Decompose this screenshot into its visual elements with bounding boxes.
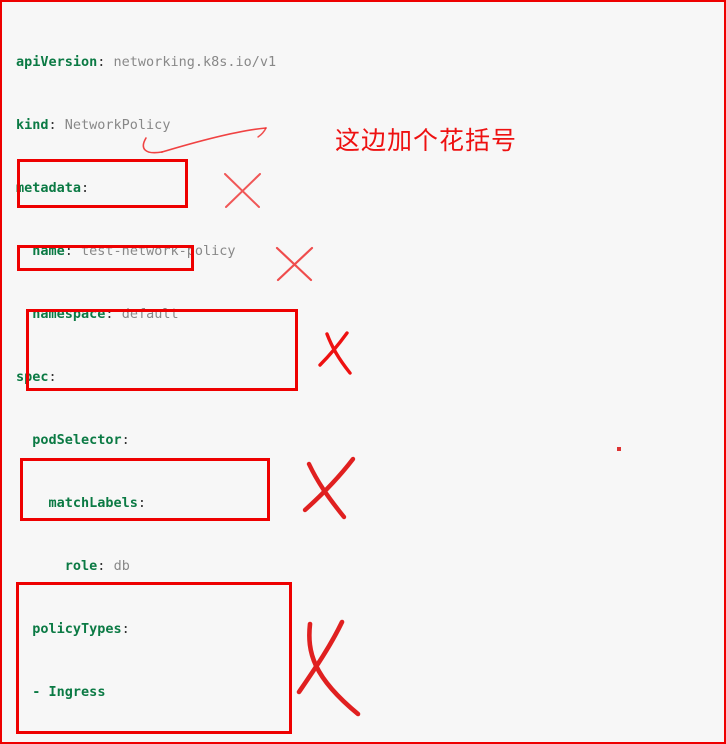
yaml-key: role [64, 558, 98, 574]
yaml-value: NetworkPolicy [64, 117, 171, 133]
yaml-line: metadata: [16, 180, 90, 196]
yaml-line: name: test-network-policy [32, 243, 236, 259]
yaml-value: Ingress [48, 684, 106, 700]
yaml-key: matchLabels [48, 495, 138, 511]
yaml-key: kind [16, 117, 49, 133]
yaml-line: matchLabels: [48, 495, 147, 511]
yaml-key: spec [16, 369, 49, 385]
yaml-key: namespace [32, 306, 106, 322]
yaml-line: namespace: default [32, 306, 179, 322]
yaml-key: apiVersion [16, 54, 98, 70]
annotation-note-text: 这边加个花括号 [335, 126, 518, 155]
yaml-value: networking.k8s.io/v1 [113, 54, 277, 70]
yaml-key: podSelector [32, 432, 122, 448]
yaml-value: db [113, 558, 130, 574]
yaml-key: name [32, 243, 65, 259]
annotated-yaml-screenshot: apiVersion: networking.k8s.io/v1 kind: N… [0, 0, 726, 744]
yaml-line: podSelector: [32, 432, 130, 448]
yaml-line: - Ingress [32, 684, 106, 700]
yaml-value: default [121, 306, 179, 322]
yaml-line: role: db [64, 558, 130, 574]
yaml-value: test-network-policy [81, 243, 236, 259]
yaml-key: metadata [16, 180, 82, 196]
yaml-line: spec: [16, 369, 57, 385]
yaml-line: policyTypes: [32, 621, 130, 637]
stray-dot [617, 447, 621, 451]
yaml-key: policyTypes [32, 621, 122, 637]
yaml-line: apiVersion: networking.k8s.io/v1 [16, 54, 277, 70]
